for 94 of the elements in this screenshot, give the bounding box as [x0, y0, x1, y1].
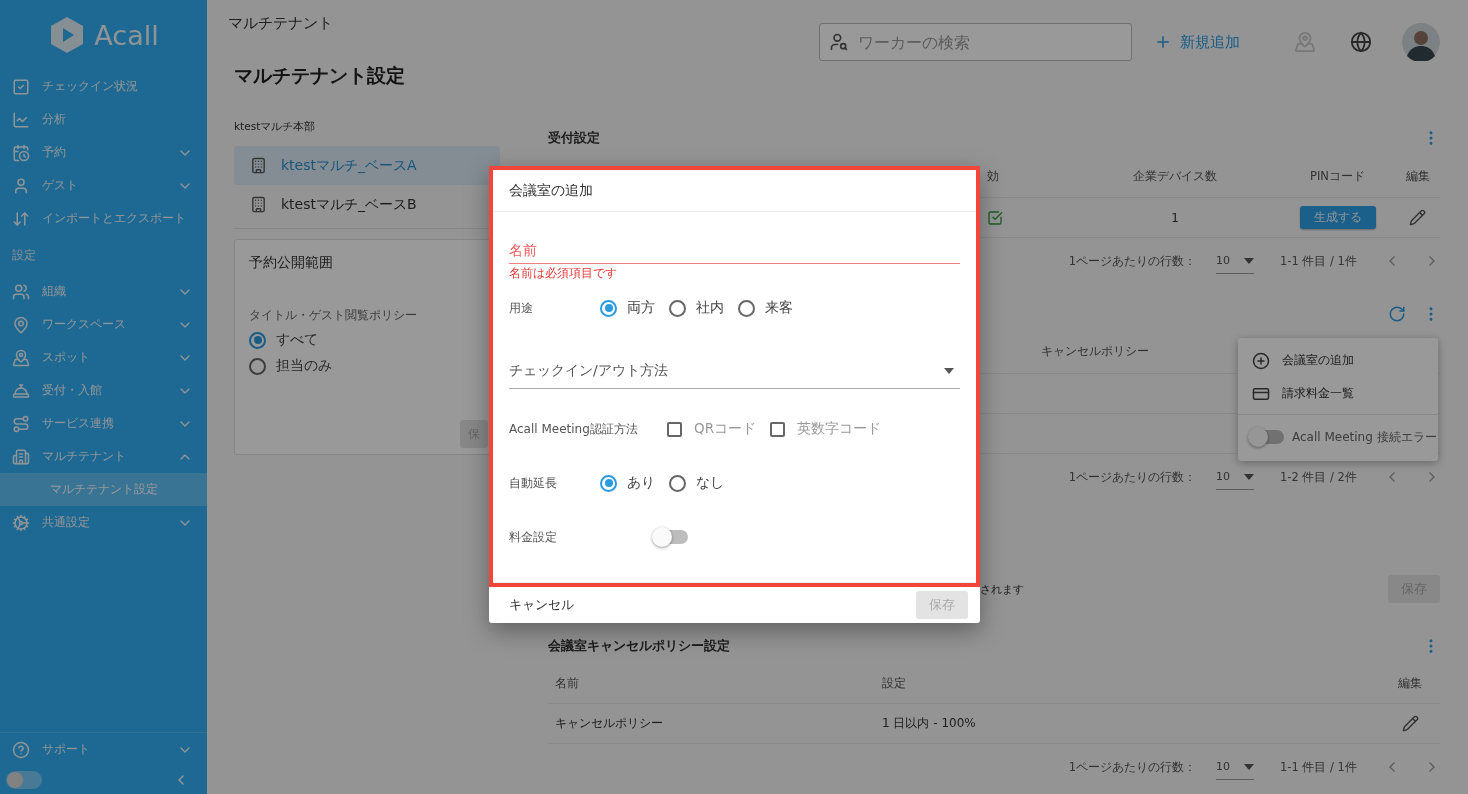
- chart-icon: [12, 110, 30, 129]
- section-title: 受付設定: [548, 129, 600, 147]
- rows-per-page-select[interactable]: 10: [1216, 248, 1254, 274]
- people-icon: [12, 282, 30, 301]
- sidebar-item[interactable]: 予約: [0, 136, 207, 169]
- pin-icon: [12, 315, 30, 334]
- sidebar-item[interactable]: 組織: [0, 275, 207, 308]
- column-header: 設定: [881, 676, 907, 691]
- rows-per-page-label: 1ページあたりの行数：: [1068, 469, 1196, 485]
- rows-per-page-select[interactable]: 10: [1216, 754, 1254, 780]
- sidebar-item[interactable]: サポート: [0, 733, 207, 766]
- generate-button[interactable]: 生成する: [1299, 206, 1376, 229]
- table-cell-text: キャンセルポリシー: [554, 715, 664, 732]
- calendar-icon: [12, 143, 30, 162]
- breadcrumb: マルチテナント: [228, 14, 334, 33]
- caret-icon: [944, 367, 954, 374]
- caret-icon: [1244, 763, 1254, 770]
- caret-icon: [1244, 257, 1254, 264]
- tenant-item[interactable]: ktestマルチ_ベースA: [234, 146, 500, 185]
- radio-option[interactable]: 社内: [669, 295, 724, 321]
- section-label: 設定: [11, 246, 37, 264]
- group-label: ktestマルチ本部: [234, 120, 317, 134]
- field-label: 自動延長: [509, 474, 558, 492]
- radio-option[interactable]: 両方: [600, 295, 655, 321]
- policy-label: タイトル・ゲスト閲覧ポリシー: [249, 308, 418, 323]
- sidebar-item[interactable]: インポートとエクスポート: [0, 202, 207, 235]
- radio-option[interactable]: 担当のみ: [249, 353, 487, 379]
- edit-icon[interactable]: [1409, 209, 1426, 226]
- logo-text: Acall: [94, 19, 159, 51]
- gear-icon: [12, 513, 30, 532]
- sidebar-item[interactable]: 共通設定: [0, 506, 207, 539]
- column-header: 名前: [554, 676, 580, 691]
- building-icon: [250, 196, 267, 213]
- search-field[interactable]: ワーカーの検索: [819, 23, 1132, 61]
- page-range: 1-1 件目 / 1件: [1280, 759, 1358, 775]
- column-header: 効: [986, 169, 1000, 184]
- plus-icon: [1154, 33, 1172, 51]
- refresh-icon[interactable]: [1388, 305, 1406, 323]
- card-title: 予約公開範囲: [249, 254, 334, 272]
- building-icon: [12, 447, 30, 466]
- column-header: 編集: [1397, 676, 1423, 691]
- sidebar-item[interactable]: サービス連携: [0, 407, 207, 440]
- cancel-button[interactable]: キャンセル: [509, 596, 574, 614]
- radio-option[interactable]: なし: [669, 470, 724, 496]
- building-icon: [250, 157, 267, 174]
- column-header: 企業デバイス数: [1132, 169, 1218, 184]
- section-title: 会議室キャンセルポリシー設定: [548, 637, 730, 655]
- column-header: 編集: [1404, 169, 1431, 184]
- field-label: 用途: [509, 299, 534, 317]
- sidebar-item[interactable]: ワークスペース: [0, 308, 207, 341]
- sidebar-item[interactable]: ゲスト: [0, 169, 207, 202]
- rows-per-page-label: 1ページあたりの行数：: [1068, 759, 1196, 775]
- field-label: Acall Meeting認証方法: [509, 420, 639, 438]
- radio-option[interactable]: すべて: [249, 327, 487, 353]
- sidebar-item[interactable]: マルチテナント: [0, 440, 207, 473]
- help-icon: [12, 740, 30, 759]
- bell-icon: [12, 381, 30, 400]
- avatar[interactable]: [1402, 23, 1440, 61]
- pin-icon: [12, 348, 30, 367]
- menu-item[interactable]: 会議室の追加: [1238, 344, 1438, 377]
- checkbox-option[interactable]: QRコード: [667, 416, 756, 442]
- checkin-method-select[interactable]: チェックイン/アウト方法: [509, 353, 960, 389]
- route-icon: [12, 414, 30, 433]
- field-label: 料金設定: [509, 528, 558, 546]
- column-header: PINコード: [1309, 169, 1366, 184]
- toggle-option[interactable]: Acall Meeting 接続エラー: [1238, 419, 1438, 455]
- note-text: されます: [980, 581, 1024, 597]
- page-range: 1-2 件目 / 2件: [1280, 469, 1358, 485]
- rows-per-page-select[interactable]: 10: [1216, 464, 1254, 490]
- edit-icon[interactable]: [1401, 715, 1419, 732]
- rows-per-page-label: 1ページあたりの行数：: [1068, 253, 1196, 269]
- search-icon: [829, 32, 849, 52]
- checkbox-option[interactable]: 英数字コード: [770, 416, 881, 442]
- error-message: 名前は必須項目です: [509, 264, 618, 282]
- sidebar-item[interactable]: 受付・入館: [0, 374, 207, 407]
- menu-item[interactable]: 請求料金一覧: [1238, 377, 1438, 410]
- page-title: マルチテナント設定: [234, 63, 405, 88]
- caret-icon: [1244, 473, 1254, 480]
- table-cell-text: 1: [1170, 210, 1180, 225]
- sidebar-item[interactable]: 分析: [0, 103, 207, 136]
- radio-option[interactable]: 来客: [738, 295, 793, 321]
- name-field[interactable]: 名前: [509, 238, 960, 264]
- table-cell-text: 1 日以内 - 100%: [881, 715, 977, 732]
- column-header: キャンセルポリシー: [1040, 344, 1150, 359]
- sidebar-item[interactable]: チェックイン状況: [0, 70, 207, 103]
- plus-icon: [1252, 351, 1270, 370]
- arrows-icon: [12, 209, 30, 228]
- add-button[interactable]: 新規追加: [1148, 32, 1246, 52]
- dialog-title: 会議室の追加: [493, 170, 976, 212]
- checkbox-icon: [12, 77, 30, 96]
- person-icon: [12, 176, 30, 195]
- radio-option[interactable]: あり: [600, 470, 655, 496]
- page-range: 1-1 件目 / 1件: [1280, 253, 1358, 269]
- sidebar-item[interactable]: スポット: [0, 341, 207, 374]
